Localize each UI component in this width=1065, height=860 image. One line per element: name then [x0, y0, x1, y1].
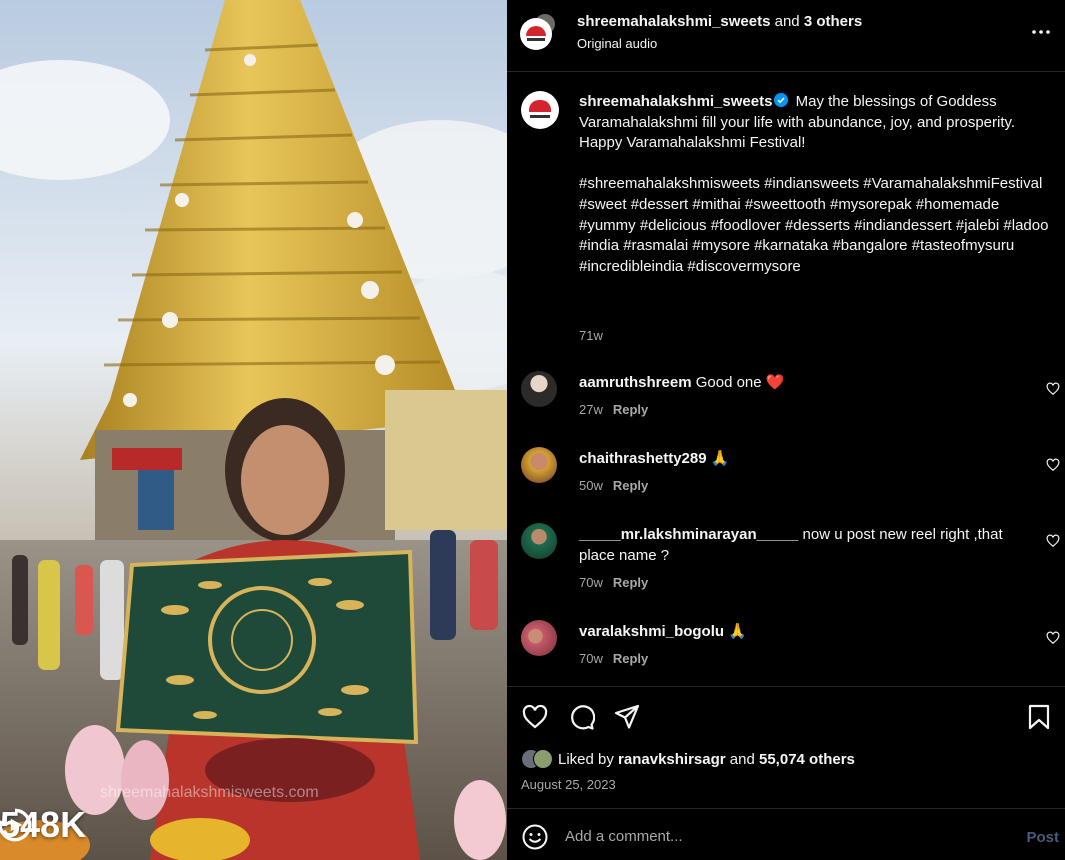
reply-button[interactable]: Reply [613, 478, 648, 493]
liked-by-user[interactable]: ranavkshirsagr [618, 751, 726, 768]
reel-video[interactable]: shreemahalakshmisweets.com 548K [0, 0, 507, 860]
heart-icon[interactable] [521, 703, 549, 731]
bookmark-icon[interactable] [1025, 703, 1053, 731]
likes-summary: Liked by ranavkshirsagr and 55,074 other… [521, 749, 855, 769]
commenter-username[interactable]: _____mr.lakshminarayan_____ [579, 526, 798, 543]
author-avatar[interactable] [520, 18, 552, 50]
reply-button[interactable]: Reply [613, 402, 648, 417]
comment-meta: 50w Reply [579, 478, 648, 493]
caption-body: shreemahalakshmi_sweets May the blessing… [579, 92, 1049, 277]
comment-text: varalakshmi_bogolu 🙏 [579, 621, 1019, 642]
emoji-icon[interactable] [522, 824, 548, 850]
likes-count[interactable]: 55,074 others [759, 751, 855, 768]
verified-badge-icon [774, 93, 789, 107]
commenter-avatar[interactable] [521, 523, 557, 559]
comment-time: 27w [579, 402, 603, 417]
comment-time: 70w [579, 575, 603, 590]
view-count: 548K [0, 804, 86, 846]
comment-time: 50w [579, 478, 603, 493]
commenter-avatar[interactable] [521, 447, 557, 483]
reply-button[interactable]: Reply [613, 651, 648, 666]
comment-meta: 27w Reply [579, 402, 648, 417]
comment-icon[interactable] [567, 703, 595, 731]
post-panel: shreemahalakshmi_sweets and 3 others Ori… [507, 0, 1065, 860]
comment-text: aamruthshreem Good one ❤️ [579, 372, 1019, 393]
comment-time: 70w [579, 651, 603, 666]
comment-composer: Post [507, 808, 1065, 860]
caption-time[interactable]: 71w [579, 328, 603, 343]
share-icon[interactable] [613, 703, 641, 731]
caption-avatar[interactable] [521, 91, 559, 129]
play-circle-icon [0, 808, 32, 842]
comment-body: Good one ❤️ [695, 374, 785, 391]
like-comment-heart-icon[interactable] [1046, 382, 1060, 396]
liked-by-prefix: Liked by [558, 750, 614, 768]
post-date[interactable]: August 25, 2023 [521, 777, 616, 792]
caption-username[interactable]: shreemahalakshmi_sweets [579, 93, 772, 110]
liked-by-and: and [729, 750, 755, 768]
audio-label[interactable]: Original audio [577, 36, 657, 51]
comment-body: 🙏 [728, 623, 747, 640]
reply-button[interactable]: Reply [613, 575, 648, 590]
others-link[interactable]: 3 others [804, 13, 862, 30]
commenter-username[interactable]: varalakshmi_bogolu [579, 623, 724, 640]
commenter-username[interactable]: chaithrashetty289 [579, 450, 707, 467]
like-comment-heart-icon[interactable] [1046, 534, 1060, 548]
author-username[interactable]: shreemahalakshmi_sweets [577, 13, 770, 30]
more-horizontal-icon[interactable] [1029, 20, 1053, 44]
and-text: and [774, 13, 800, 30]
video-watermark: shreemahalakshmisweets.com [100, 784, 319, 801]
comment-input[interactable] [565, 823, 985, 849]
liker-avatar[interactable] [533, 749, 553, 769]
post-actions: Liked by ranavkshirsagr and 55,074 other… [507, 686, 1065, 808]
comment-body: 🙏 [710, 450, 730, 467]
caption-festival-line: Happy Varamahalakshmi Festival! [579, 134, 806, 152]
commenter-avatar[interactable] [521, 371, 557, 407]
commenter-avatar[interactable] [521, 620, 557, 656]
comment-meta: 70w Reply [579, 651, 648, 666]
post-authors: shreemahalakshmi_sweets and 3 others [577, 13, 862, 30]
like-comment-heart-icon[interactable] [1046, 458, 1060, 472]
comment-text: _____mr.lakshminarayan_____ now u post n… [579, 524, 1019, 566]
comment-text: chaithrashetty289 🙏 [579, 448, 1019, 469]
temple-video-frame [0, 0, 507, 860]
caption-hashtags[interactable]: #shreemahalakshmisweets #indiansweets #V… [579, 175, 1048, 274]
post-header: shreemahalakshmi_sweets and 3 others Ori… [507, 0, 1065, 72]
commenter-username[interactable]: aamruthshreem [579, 374, 692, 391]
comment-meta: 70w Reply [579, 575, 648, 590]
post-comment-button[interactable]: Post [1026, 829, 1059, 846]
like-comment-heart-icon[interactable] [1046, 631, 1060, 645]
